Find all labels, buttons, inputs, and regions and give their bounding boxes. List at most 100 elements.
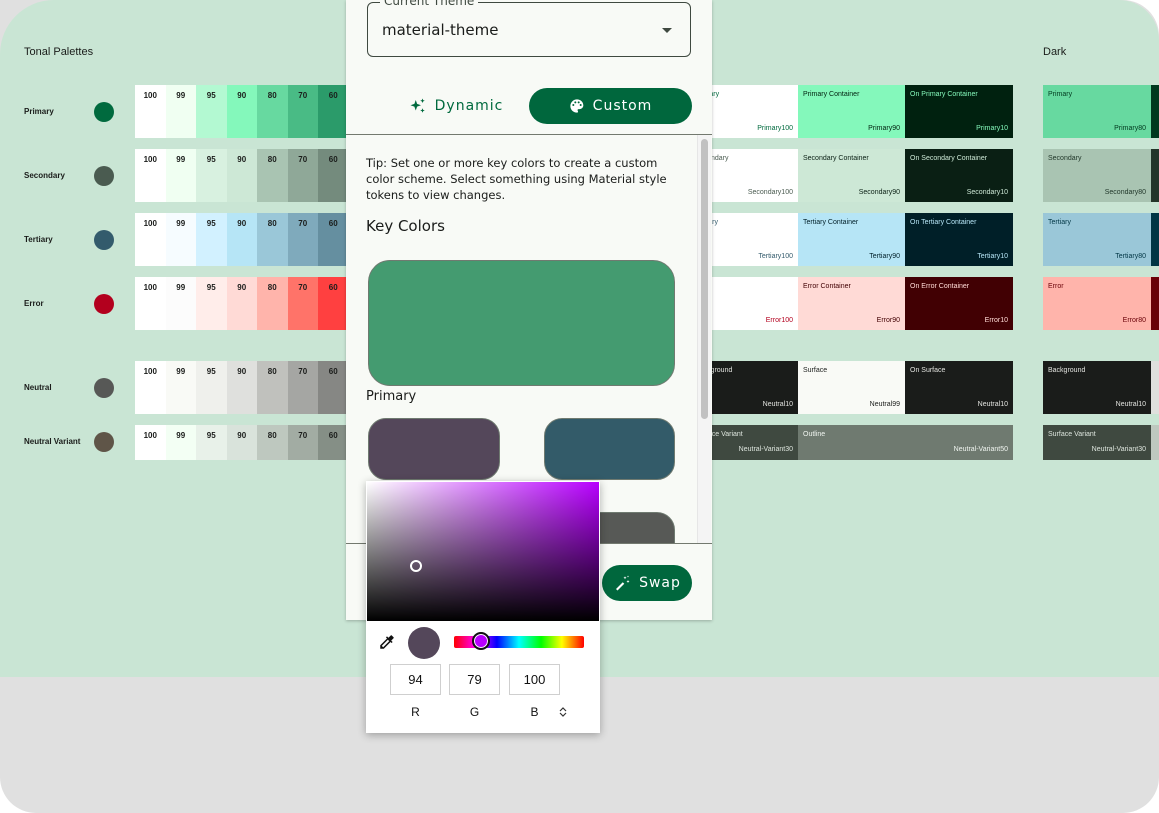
scrollbar[interactable] (697, 135, 711, 543)
magic-wand-icon (616, 575, 630, 591)
scheme-color-cell[interactable]: Secondary Secondary80 (1043, 149, 1151, 202)
dynamic-button[interactable]: Dynamic (386, 88, 526, 124)
tone-swatch[interactable]: 99 (165, 425, 196, 460)
current-theme-value: material-theme (382, 21, 499, 39)
scheme-color-cell[interactable]: Surface Neutral99 (798, 361, 905, 414)
eyedropper-icon[interactable] (378, 633, 396, 651)
scheme-color-cell[interactable]: Primary Primary80 (1043, 85, 1151, 138)
scheme-color-cell[interactable]: Background Neutral10 (1043, 361, 1151, 414)
tone-swatch[interactable]: 70 (287, 213, 318, 266)
scheme-color-cell[interactable] (1151, 149, 1159, 202)
tone-swatch[interactable]: 95 (196, 149, 227, 202)
tone-swatch[interactable]: 70 (287, 361, 318, 414)
current-theme-select[interactable]: Current Theme material-theme (367, 0, 691, 57)
tone-swatch[interactable]: 80 (257, 85, 288, 138)
saturation-value-area[interactable] (367, 482, 599, 621)
color-mode-toggle-icon[interactable] (559, 707, 567, 719)
tone-swatch[interactable]: 60 (318, 213, 349, 266)
scheme-color-cell[interactable]: Tertiary Tertiary80 (1043, 213, 1151, 266)
tone-swatch[interactable]: 95 (196, 213, 227, 266)
tone-swatch[interactable]: 80 (257, 213, 288, 266)
tone-swatch[interactable]: 99 (165, 213, 196, 266)
tone-swatch[interactable]: 95 (196, 85, 227, 138)
scheme-color-cell[interactable]: Tertiary Container Tertiary90 (798, 213, 905, 266)
tone-swatch[interactable]: 95 (196, 361, 227, 414)
tone-swatch[interactable]: 60 (318, 149, 349, 202)
tone-swatch[interactable]: 90 (226, 361, 257, 414)
tone-swatch[interactable]: 60 (318, 361, 349, 414)
tone-swatch[interactable]: 99 (165, 85, 196, 138)
tone-swatch[interactable]: 100 (135, 213, 166, 266)
hue-slider[interactable] (454, 632, 584, 650)
custom-button[interactable]: Custom (529, 88, 692, 124)
scheme-color-cell[interactable]: On Error Container Error10 (905, 277, 1013, 330)
tone-swatch[interactable]: 100 (135, 85, 166, 138)
tone-swatch[interactable]: 70 (287, 277, 318, 330)
scheme-color-name: On Surface (910, 367, 946, 374)
tone-swatch[interactable]: 90 (226, 277, 257, 330)
scheme-color-cell[interactable] (1151, 425, 1159, 460)
tone-swatch[interactable]: 100 (135, 149, 166, 202)
blue-input[interactable]: 100 (509, 664, 560, 695)
tertiary-key-color-swatch[interactable] (544, 418, 675, 480)
green-input[interactable]: 79 (449, 664, 500, 695)
tone-swatch[interactable]: 70 (287, 85, 318, 138)
scheme-color-cell[interactable]: On Tertiary Container Tertiary10 (905, 213, 1013, 266)
scheme-color-cell[interactable]: Error Container Error90 (798, 277, 905, 330)
tone-swatch[interactable]: 99 (165, 361, 196, 414)
scheme-color-cell[interactable]: On Primary Container Primary10 (905, 85, 1013, 138)
tone-swatch[interactable]: 95 (196, 425, 227, 460)
scrollbar-thumb[interactable] (701, 139, 708, 419)
tone-swatch[interactable]: 80 (257, 361, 288, 414)
scheme-color-token: Secondary80 (1104, 189, 1146, 196)
palette-key-color-dot[interactable] (94, 166, 114, 186)
palette-key-color-dot[interactable] (94, 294, 114, 314)
palette-key-color-dot[interactable] (94, 230, 114, 250)
hue-slider-handle[interactable] (472, 632, 490, 650)
secondary-key-color-swatch[interactable] (368, 418, 500, 480)
tone-swatch[interactable]: 90 (226, 149, 257, 202)
scheme-color-token: Primary80 (1114, 125, 1146, 132)
tone-swatch[interactable]: 100 (135, 425, 166, 460)
palette-key-color-dot[interactable] (94, 378, 114, 398)
scheme-color-cell[interactable]: On Secondary Container Secondary10 (905, 149, 1013, 202)
tone-swatch[interactable]: 90 (226, 213, 257, 266)
scheme-color-cell[interactable]: Primary Container Primary90 (798, 85, 905, 138)
scheme-color-cell[interactable]: Surface Variant Neutral-Variant30 (1043, 425, 1151, 460)
primary-key-color-swatch[interactable] (368, 260, 675, 386)
tone-swatch[interactable]: 60 (318, 277, 349, 330)
light-scheme-row: PrimaryPrimary100Primary ContainerPrimar… (690, 85, 1013, 138)
tone-swatch[interactable]: 80 (257, 277, 288, 330)
tone-swatch[interactable]: 80 (257, 425, 288, 460)
tone-swatch[interactable]: 100 (135, 277, 166, 330)
scheme-color-cell[interactable]: On Surface Neutral10 (905, 361, 1013, 414)
scheme-color-cell[interactable]: Secondary Container Secondary90 (798, 149, 905, 202)
scheme-color-cell[interactable] (1151, 213, 1159, 266)
light-scheme-row: ErrorError100Error ContainerError90On Er… (690, 277, 1013, 330)
red-input[interactable]: 94 (390, 664, 441, 695)
scheme-color-cell[interactable] (1151, 277, 1159, 330)
tone-swatch[interactable]: 70 (287, 425, 318, 460)
palette-key-color-dot[interactable] (94, 432, 114, 452)
tone-swatch[interactable]: 95 (196, 277, 227, 330)
scheme-color-token: Neutral-Variant30 (738, 446, 793, 453)
palette-key-color-dot[interactable] (94, 102, 114, 122)
tone-swatch[interactable]: 90 (226, 425, 257, 460)
scheme-color-cell[interactable]: Error Error80 (1043, 277, 1151, 330)
tone-swatch[interactable]: 99 (165, 149, 196, 202)
scheme-color-cell[interactable] (1151, 361, 1159, 414)
tone-swatch[interactable]: 60 (318, 85, 349, 138)
tone-swatch[interactable]: 100 (135, 361, 166, 414)
swap-button[interactable]: Swap (602, 565, 692, 601)
blue-label: B (530, 705, 539, 719)
tone-swatch[interactable]: 80 (257, 149, 288, 202)
saturation-value-handle[interactable] (410, 560, 422, 572)
scheme-color-cell[interactable]: Outline Neutral-Variant50 (798, 425, 1013, 460)
tone-swatch[interactable]: 60 (318, 425, 349, 460)
palette-tones: 100 99 95 90 80 70 60 (135, 213, 349, 266)
tone-swatch[interactable]: 99 (165, 277, 196, 330)
tone-swatch[interactable]: 70 (287, 149, 318, 202)
scheme-color-cell[interactable] (1151, 85, 1159, 138)
key-colors-title: Key Colors (366, 217, 445, 235)
tone-swatch[interactable]: 90 (226, 85, 257, 138)
